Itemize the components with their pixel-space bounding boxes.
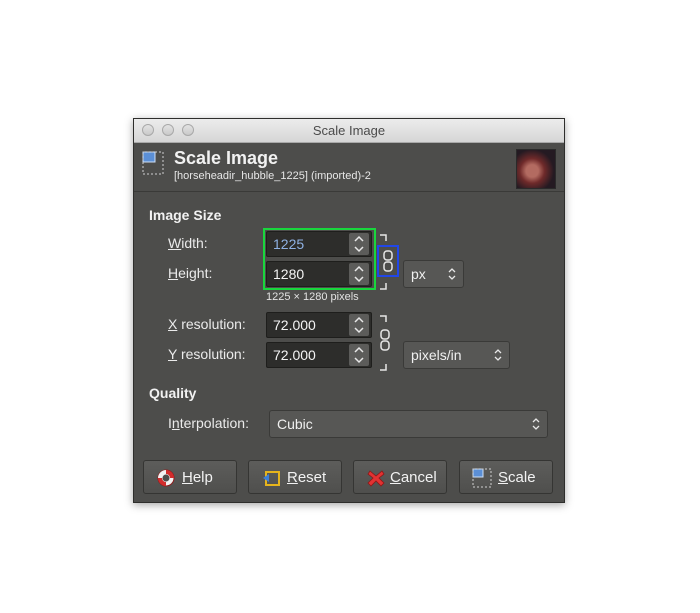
window-title: Scale Image	[312, 123, 386, 138]
chain-link-icon[interactable]	[381, 249, 395, 273]
x-resolution-spin-button[interactable]	[349, 314, 369, 336]
help-button-label: Help	[182, 469, 213, 486]
interpolation-select[interactable]: Cubic	[269, 410, 548, 438]
spin-arrows-icon	[354, 346, 364, 364]
reset-button[interactable]: Reset	[248, 460, 342, 494]
lifebuoy-icon	[157, 469, 175, 487]
interpolation-value: Cubic	[277, 416, 313, 432]
y-resolution-spin-button[interactable]	[349, 344, 369, 366]
interpolation-label: Interpolation:	[168, 415, 249, 431]
height-label: Height:	[168, 265, 213, 281]
chevron-updown-icon	[532, 418, 540, 430]
dialog-header: Scale Image [horseheadir_hubble_1225] (i…	[134, 143, 564, 192]
reset-button-label: Reset	[287, 469, 327, 486]
width-label: Width:	[168, 235, 208, 251]
spin-arrows-icon	[354, 316, 364, 334]
size-unit-value: px	[411, 266, 426, 282]
cancel-x-icon	[367, 470, 385, 487]
y-resolution-value: 72.000	[273, 347, 316, 363]
cancel-button-label: Cancel	[390, 469, 437, 486]
title-bar[interactable]: Scale Image	[134, 119, 564, 143]
chevron-updown-icon	[448, 268, 456, 280]
size-unit-select[interactable]: px	[403, 260, 464, 288]
image-thumbnail	[516, 149, 556, 189]
scale-image-icon	[472, 468, 492, 488]
header-subtitle: [horseheadir_hubble_1225] (imported)-2	[174, 170, 371, 182]
scale-button[interactable]: Scale	[459, 460, 553, 494]
scale-button-label: Scale	[498, 469, 536, 486]
x-resolution-value: 72.000	[273, 317, 316, 333]
chevron-updown-icon	[494, 349, 502, 361]
quality-heading: Quality	[149, 385, 197, 401]
cancel-button[interactable]: Cancel	[353, 460, 447, 494]
scale-image-icon	[142, 151, 164, 175]
x-resolution-input[interactable]: 72.000	[266, 312, 372, 338]
resolution-unit-value: pixels/in	[411, 347, 462, 363]
reset-icon	[263, 471, 280, 486]
y-resolution-input[interactable]: 72.000	[266, 342, 372, 368]
y-resolution-label: Y resolution:	[168, 346, 246, 362]
resolution-unit-select[interactable]: pixels/in	[403, 341, 510, 369]
help-button[interactable]: Help	[143, 460, 237, 494]
size-highlight-box	[263, 228, 376, 290]
header-title: Scale Image	[174, 148, 279, 168]
pixels-summary: 1225 × 1280 pixels	[266, 291, 359, 303]
scale-image-dialog: Scale Image Scale Image [horseheadir_hub…	[133, 118, 565, 503]
resolution-chain-icon[interactable]	[378, 314, 392, 372]
image-size-heading: Image Size	[149, 207, 222, 223]
x-resolution-label: X resolution:	[168, 316, 246, 332]
